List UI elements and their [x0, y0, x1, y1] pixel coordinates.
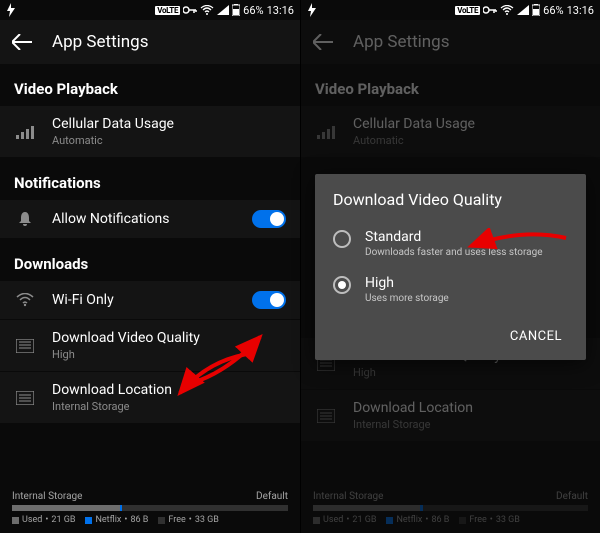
wifi-only-toggle[interactable] — [252, 291, 286, 309]
high-desc: Uses more storage — [365, 292, 449, 305]
storage-name: Internal Storage — [12, 491, 82, 502]
notifications-toggle[interactable] — [252, 210, 286, 228]
status-bar: VoLTE 66% 13:16 — [0, 0, 300, 20]
signal-icon — [217, 5, 229, 15]
legend-free: Free • 33 GB — [158, 515, 219, 525]
row-download-quality[interactable]: Download Video Quality High — [0, 320, 300, 371]
wifi-icon — [200, 5, 214, 15]
quality-label: Download Video Quality — [52, 330, 286, 346]
storage-default: Default — [256, 491, 288, 502]
battery-percent: 66% — [243, 4, 263, 17]
cellular-label: Cellular Data Usage — [52, 116, 286, 132]
quality-value: High — [52, 348, 286, 361]
cancel-button[interactable]: CANCEL — [504, 321, 568, 352]
storage-icon — [16, 391, 34, 405]
flash-icon — [6, 3, 16, 17]
row-download-location[interactable]: Download Location Internal Storage — [0, 372, 300, 423]
row-cellular-data[interactable]: Cellular Data Usage Automatic — [0, 106, 300, 157]
storage-bar — [12, 505, 288, 511]
bell-icon — [17, 211, 33, 227]
standard-desc: Downloads faster and uses less storage — [365, 246, 543, 259]
location-label: Download Location — [52, 382, 286, 398]
status-time: 13:16 — [267, 4, 294, 17]
settings-screen-with-dialog: VoLTE 66% 13:16 App Settings Video Playb… — [300, 0, 600, 533]
location-value: Internal Storage — [52, 400, 286, 413]
option-standard[interactable]: Standard Downloads faster and uses less … — [333, 223, 568, 269]
legend-netflix: Netflix • 86 B — [85, 515, 148, 525]
signal-bars-icon — [16, 125, 34, 139]
radio-selected-icon — [333, 276, 351, 294]
row-allow-notifications[interactable]: Allow Notifications — [0, 200, 300, 238]
dialog-title: Download Video Quality — [333, 190, 568, 209]
row-wifi-only[interactable]: Wi-Fi Only — [0, 281, 300, 319]
quality-icon — [16, 339, 34, 353]
section-notifications: Notifications — [0, 158, 300, 200]
section-video-playback: Video Playback — [0, 64, 300, 106]
settings-screen: VoLTE 66% 13:16 App Settings Video Playb… — [0, 0, 300, 533]
arrow-back-icon — [12, 34, 32, 50]
section-downloads: Downloads — [0, 239, 300, 281]
option-high[interactable]: High Uses more storage — [333, 269, 568, 315]
page-title: App Settings — [52, 32, 148, 52]
wifi-only-label: Wi-Fi Only — [52, 292, 236, 308]
battery-icon — [232, 4, 240, 16]
wifi-setting-icon — [16, 293, 34, 307]
dialog-overlay[interactable]: Download Video Quality Standard Download… — [301, 0, 600, 533]
back-button[interactable] — [8, 28, 42, 56]
standard-label: Standard — [365, 229, 543, 245]
cellular-value: Automatic — [52, 134, 286, 147]
storage-footer: Internal Storage Default Used • 21 GB Ne… — [0, 485, 300, 533]
high-label: High — [365, 275, 449, 291]
legend-used: Used • 21 GB — [12, 515, 75, 525]
radio-unselected-icon — [333, 230, 351, 248]
key-icon — [183, 6, 197, 14]
app-bar: App Settings — [0, 20, 300, 64]
allow-notif-label: Allow Notifications — [52, 211, 236, 227]
volte-badge: VoLTE — [155, 6, 180, 15]
download-quality-dialog: Download Video Quality Standard Download… — [315, 174, 586, 360]
